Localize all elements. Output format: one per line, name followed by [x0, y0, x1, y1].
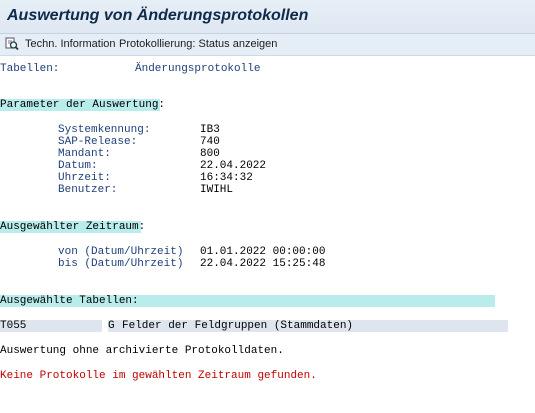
param-label-uhrzeit: Uhrzeit: [58, 172, 111, 184]
param-value-mandant: 800 [200, 148, 220, 160]
param-value-uhrzeit: 16:34:32 [200, 172, 253, 184]
param-value-systemkennung: IB3 [200, 124, 220, 136]
period-to-label: bis (Datum/Uhrzeit) [58, 258, 184, 270]
techn-information-button[interactable]: Techn. Information [25, 38, 116, 50]
param-label-mandant: Mandant: [58, 148, 111, 160]
table-row-flag: G [108, 320, 115, 332]
param-label-systemkennung: Systemkennung: [58, 124, 151, 136]
param-value-datum: 22.04.2022 [200, 160, 267, 172]
param-label-sap-release: SAP-Release: [58, 136, 138, 148]
table-row-description: Felder der Feldgruppen (Stammdaten) [122, 320, 354, 332]
tables-label: Tabellen: [0, 63, 60, 75]
param-label-datum: Datum: [58, 160, 98, 172]
application-toolbar: Techn. Information Protokollierung: Stat… [0, 34, 535, 56]
param-value-sap-release: 740 [200, 136, 220, 148]
table-row-name[interactable]: T055 [0, 320, 26, 332]
error-message: Keine Protokolle im gewählten Zeitraum g… [0, 370, 317, 382]
period-to-value: 22.04.2022 15:25:48 [200, 258, 326, 270]
magnifier-document-icon[interactable] [5, 37, 19, 51]
period-from-label: von (Datum/Uhrzeit) [58, 246, 184, 258]
period-from-value: 01.01.2022 00:00:00 [200, 246, 326, 258]
tables-heading: Ausgewählte Tabellen: [0, 295, 139, 307]
page-title: Auswertung von Änderungsprotokollen [7, 7, 309, 24]
period-heading: Ausgewählter Zeitraum: [0, 221, 146, 233]
protokollierung-status-button[interactable]: Protokollierung: Status anzeigen [119, 38, 277, 50]
params-heading: Parameter der Auswertung: [0, 99, 166, 111]
param-value-benutzer: IWIHL [200, 184, 234, 196]
title-bar: Auswertung von Änderungsprotokollen [0, 0, 535, 34]
info-message: Auswertung ohne archivierte Protokolldat… [0, 345, 284, 357]
param-label-benutzer: Benutzer: [58, 184, 118, 196]
tables-value: Änderungsprotokolle [135, 63, 261, 75]
